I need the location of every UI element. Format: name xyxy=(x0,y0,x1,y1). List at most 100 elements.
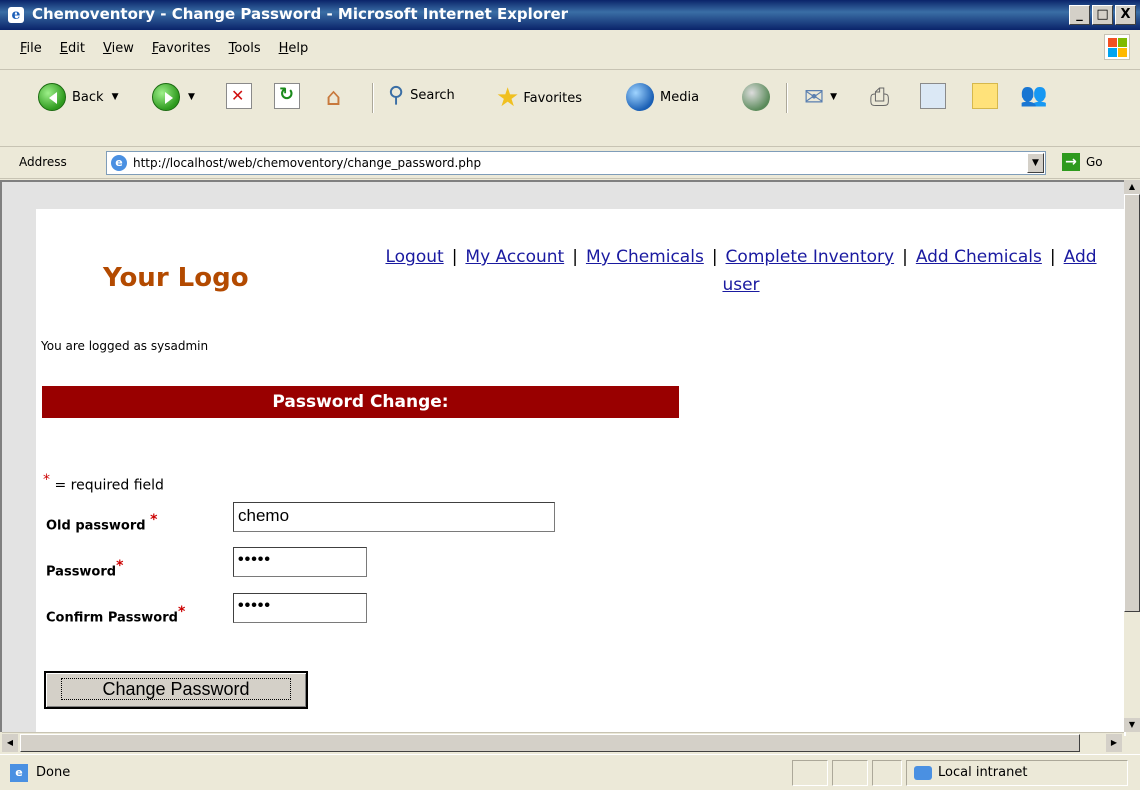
nav-logout-link[interactable]: Logout xyxy=(385,247,443,267)
mail-button[interactable]: ✉ ▼ xyxy=(804,83,837,111)
menu-view[interactable]: View xyxy=(103,41,134,56)
back-label: Back xyxy=(72,89,104,105)
menu-help[interactable]: Help xyxy=(279,41,309,56)
scroll-up-arrow-icon[interactable]: ▲ xyxy=(1124,180,1140,194)
status-panel xyxy=(872,760,902,786)
star-icon: ★ xyxy=(496,83,520,113)
mail-icon: ✉ xyxy=(804,83,825,111)
web-page: Your Logo Logout | My Account | My Chemicals… xyxy=(36,209,1126,736)
nav-separator: | xyxy=(572,247,578,267)
go-label: Go xyxy=(1086,155,1103,169)
scroll-right-arrow-icon[interactable]: ▶ xyxy=(1106,734,1122,752)
nav-my-account-link[interactable]: My Account xyxy=(465,247,564,267)
old-password-input[interactable]: chemo xyxy=(233,502,555,532)
status-text: Done xyxy=(36,765,71,780)
scroll-left-arrow-icon[interactable]: ◀ xyxy=(2,734,18,752)
scroll-down-arrow-icon[interactable]: ▼ xyxy=(1124,718,1140,732)
nav-add-chemicals-link[interactable]: Add Chemicals xyxy=(916,247,1042,267)
horizontal-scrollbar[interactable]: ◀ ▶ xyxy=(2,732,1124,752)
password-input[interactable]: ••••• xyxy=(233,547,367,577)
top-navigation: Logout | My Account | My Chemicals | Complete … xyxy=(376,243,1106,299)
required-star: * xyxy=(150,512,158,528)
print-button[interactable]: ⎙ xyxy=(870,83,889,111)
vertical-scroll-thumb[interactable] xyxy=(1124,194,1140,612)
required-note-text: = required field xyxy=(50,477,164,494)
forward-button[interactable]: ▼ xyxy=(152,83,195,111)
menu-file[interactable]: File xyxy=(20,41,42,56)
security-zone: Local intranet xyxy=(914,765,1027,780)
page-status-icon: e xyxy=(10,764,28,782)
nav-separator: | xyxy=(902,247,908,267)
address-bar: Address e http://localhost/web/chemovent… xyxy=(0,147,1140,179)
chevron-down-icon: ▼ xyxy=(111,92,119,102)
section-heading: Password Change: xyxy=(42,386,679,418)
stop-icon xyxy=(226,83,252,109)
home-button[interactable]: ⌂ xyxy=(326,83,341,111)
address-input[interactable]: e http://localhost/web/chemoventory/chan… xyxy=(106,151,1046,175)
required-field-note: * = required field xyxy=(43,472,164,494)
intranet-icon xyxy=(914,765,932,780)
favorites-label: Favorites xyxy=(523,90,583,106)
nav-separator: | xyxy=(711,247,718,267)
chevron-down-icon: ▼ xyxy=(830,92,838,102)
browser-viewport: Your Logo Logout | My Account | My Chemicals… xyxy=(0,180,1126,736)
refresh-button[interactable] xyxy=(274,83,300,109)
title-bar: e Chemoventory - Change Password - Micro… xyxy=(0,0,1140,30)
old-password-label: Old password * xyxy=(46,512,157,533)
media-button[interactable]: Media xyxy=(626,83,699,111)
print-icon: ⎙ xyxy=(870,83,890,111)
status-bar: e Done Local intranet xyxy=(0,754,1140,790)
discuss-button[interactable] xyxy=(972,83,998,109)
address-url: http://localhost/web/chemoventory/change… xyxy=(133,156,482,170)
required-star: * xyxy=(116,558,124,574)
toolbar-separator xyxy=(372,83,374,113)
back-arrow-icon xyxy=(38,83,66,111)
required-star: * xyxy=(43,472,50,488)
edit-icon xyxy=(920,83,946,109)
media-label: Media xyxy=(660,89,700,105)
back-button[interactable]: Back ▼ xyxy=(38,83,118,111)
change-password-button[interactable]: Change Password xyxy=(44,671,308,709)
password-label: Password* xyxy=(46,558,123,579)
minimize-button[interactable]: _ xyxy=(1069,5,1090,25)
address-label: Address xyxy=(19,155,67,169)
nav-separator: | xyxy=(451,247,458,267)
window-controls: _ □ X xyxy=(1069,5,1136,25)
site-logo: Your Logo xyxy=(103,263,249,293)
address-dropdown-button[interactable]: ▼ xyxy=(1027,153,1044,173)
stop-button[interactable] xyxy=(226,83,252,109)
toolbar-separator xyxy=(786,83,788,113)
favorites-button[interactable]: ★ Favorites xyxy=(496,83,582,113)
home-icon: ⌂ xyxy=(326,83,342,111)
refresh-icon xyxy=(274,83,300,109)
nav-my-chemicals-link[interactable]: My Chemicals xyxy=(586,247,704,267)
confirm-password-label-text: Confirm Password xyxy=(46,610,178,626)
nav-complete-inventory-link[interactable]: Complete Inventory xyxy=(726,247,895,267)
nav-separator: | xyxy=(1049,247,1056,267)
search-button[interactable]: ⚲ Search xyxy=(388,83,455,108)
history-button[interactable] xyxy=(742,83,770,111)
chevron-down-icon: ▼ xyxy=(188,92,195,102)
menu-edit[interactable]: Edit xyxy=(60,41,85,56)
edit-button[interactable] xyxy=(920,83,946,109)
status-panel xyxy=(832,760,868,786)
vertical-scrollbar[interactable]: ▲ ▼ xyxy=(1124,180,1140,732)
change-password-label: Change Password xyxy=(61,678,291,700)
old-password-label-text: Old password xyxy=(46,518,146,534)
close-button[interactable]: X xyxy=(1115,5,1136,25)
search-label: Search xyxy=(410,88,455,103)
media-icon xyxy=(626,83,654,111)
go-arrow-icon: → xyxy=(1062,153,1080,171)
maximize-button[interactable]: □ xyxy=(1092,5,1113,25)
messenger-icon: 👥 xyxy=(1020,83,1048,108)
menu-favorites[interactable]: Favorites xyxy=(152,41,211,56)
confirm-password-input[interactable]: ••••• xyxy=(233,593,367,623)
messenger-button[interactable]: 👥 xyxy=(1020,83,1047,108)
menu-bar: File Edit View Favorites Tools Help xyxy=(0,30,1140,70)
search-icon: ⚲ xyxy=(388,83,405,108)
menu-tools[interactable]: Tools xyxy=(229,41,261,56)
zone-label: Local intranet xyxy=(938,765,1028,780)
go-button[interactable]: → Go xyxy=(1062,153,1103,171)
horizontal-scroll-thumb[interactable] xyxy=(20,734,1080,752)
history-icon xyxy=(742,83,770,111)
